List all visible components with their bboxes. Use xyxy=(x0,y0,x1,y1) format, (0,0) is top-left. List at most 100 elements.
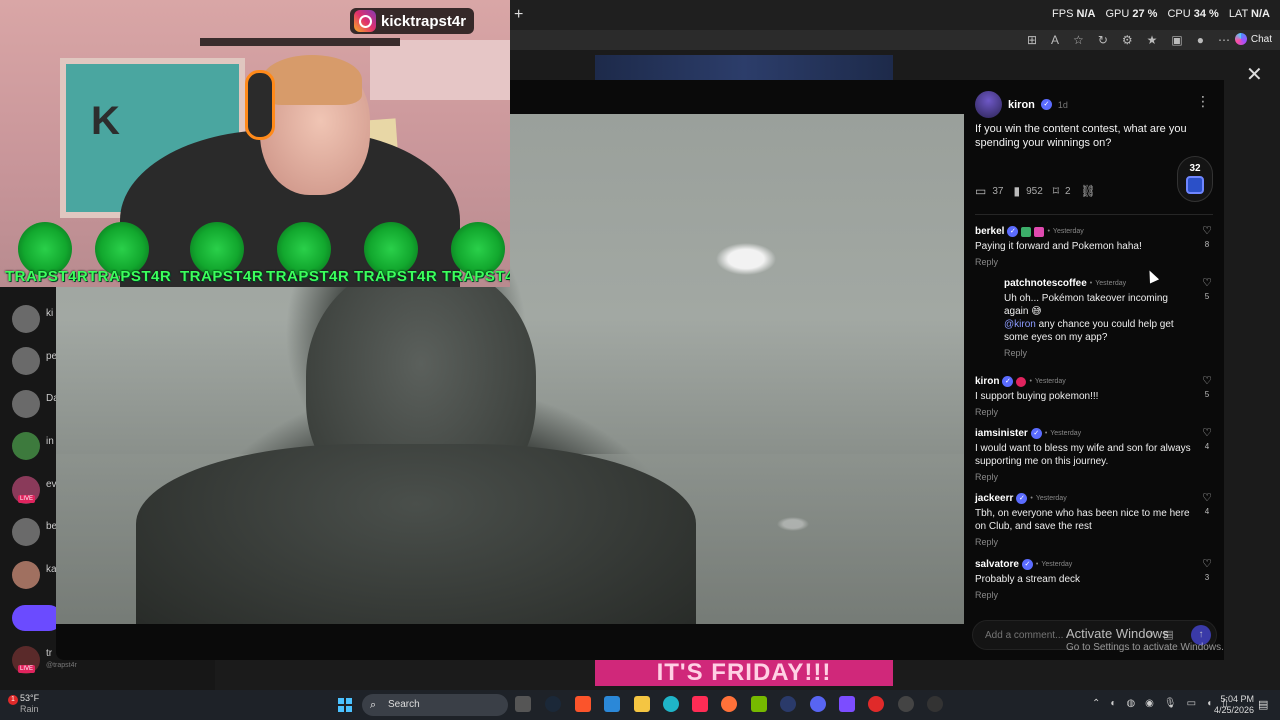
toolbar-icons: ⊞ A ☆ ↻ ⚙ ★ ▣ ● ⋯ xyxy=(1027,33,1230,47)
nvidia-icon[interactable] xyxy=(751,696,767,712)
comment-author[interactable]: berkel xyxy=(975,226,1004,237)
comment-item: salvatore ✓ • Yesterday Probably a strea… xyxy=(975,559,1195,600)
comments-stat[interactable]: ▭ 37 xyxy=(975,184,1003,198)
webcam-overlay: K kicktrapst4r TRAPST4R TRAPST4R TRAPST4… xyxy=(0,0,510,287)
sidebar-avatar[interactable] xyxy=(12,518,40,546)
reply-button[interactable]: Reply xyxy=(975,537,1195,547)
like-control[interactable]: ♡ 5 xyxy=(1201,277,1213,302)
sidebar-action-button[interactable] xyxy=(12,605,62,631)
copilot-chat-button[interactable]: Chat xyxy=(1234,33,1272,45)
heart-icon: ♡ xyxy=(1202,277,1212,289)
steam-icon[interactable] xyxy=(545,696,561,712)
volume-icon[interactable]: ◖ xyxy=(1206,698,1212,709)
start-button[interactable] xyxy=(338,698,352,712)
sidebar-avatar[interactable] xyxy=(12,561,40,589)
verified-icon: ✓ xyxy=(1016,493,1028,504)
sidebar-avatar[interactable] xyxy=(12,305,40,333)
more-icon[interactable]: ⋯ xyxy=(1218,33,1230,47)
task-view-icon[interactable] xyxy=(515,696,531,712)
apps-icon[interactable]: ⊞ xyxy=(1027,33,1037,47)
sidebar-avatar[interactable] xyxy=(12,390,40,418)
favorites-icon[interactable]: ★ xyxy=(1147,33,1158,47)
app-icon[interactable] xyxy=(868,696,884,712)
taskbar-clock[interactable]: 5:04 PM 4/25/2026 xyxy=(1214,694,1254,716)
brave-icon[interactable] xyxy=(575,696,591,712)
heart-icon: ♡ xyxy=(1202,492,1212,504)
edge-icon[interactable] xyxy=(663,696,679,712)
collections-icon[interactable]: ▣ xyxy=(1171,33,1182,47)
comment-time: Yesterday xyxy=(1095,280,1127,287)
more-options-icon[interactable]: ⋮ xyxy=(1196,93,1210,110)
post-text: If you win the content contest, what are… xyxy=(975,123,1187,149)
comment-author[interactable]: salvatore xyxy=(975,559,1019,570)
sidebar-item-label[interactable]: ki xyxy=(46,308,53,319)
comment-icon: ▭ xyxy=(975,184,987,198)
comment-time: Yesterday xyxy=(1034,378,1066,385)
reply-button[interactable]: Reply xyxy=(975,257,1195,267)
app-grid-icon[interactable] xyxy=(839,696,855,712)
emote-label: TRAPST4R xyxy=(88,268,172,285)
notifications-icon[interactable]: ▤ xyxy=(1258,698,1268,711)
tray-app-icon[interactable]: ◐ xyxy=(1110,698,1116,709)
comment-time: Yesterday xyxy=(1052,228,1084,235)
mention-link[interactable]: @kiron xyxy=(1004,319,1036,330)
badge-icon xyxy=(1016,376,1027,387)
bookmark-icon: ⌑ xyxy=(1052,184,1059,198)
notepad-icon[interactable] xyxy=(604,696,620,712)
contest-badge[interactable]: 32 xyxy=(1177,156,1213,202)
firefox-icon[interactable] xyxy=(721,696,737,712)
reply-button[interactable]: Reply xyxy=(975,472,1195,482)
like-control[interactable]: ♡ 5 xyxy=(1201,376,1213,400)
comment-text: Uh oh... Pokémon takeover incoming again… xyxy=(1004,293,1174,343)
microphone-icon[interactable]: 🎙 xyxy=(1164,698,1177,709)
friday-banner: IT'S FRIDAY!!! xyxy=(595,659,893,686)
activate-windows-watermark: Activate Windows Go to Settings to activ… xyxy=(1066,626,1224,653)
system-tray: ⌃ ◐ ◍ ◉ 🎙 ▭ ◖ ▯ xyxy=(1092,698,1228,709)
refresh-icon[interactable]: ↻ xyxy=(1098,33,1108,47)
saves-stat[interactable]: ⌑ 2 xyxy=(1053,184,1071,198)
favorite-star-icon[interactable]: ☆ xyxy=(1073,33,1084,47)
video-person-body xyxy=(136,444,696,624)
app-icon[interactable] xyxy=(927,696,943,712)
weather-widget[interactable]: 1 53°F Rain xyxy=(8,693,39,715)
emote-label: TRAPST4R xyxy=(5,268,89,285)
comment-author[interactable]: patchnotescoffee xyxy=(1004,278,1087,289)
close-modal-icon[interactable]: ✕ xyxy=(1246,62,1263,87)
new-tab-button[interactable]: + xyxy=(514,6,523,24)
sidebar-avatar[interactable] xyxy=(12,347,40,375)
obs-icon[interactable] xyxy=(898,696,914,712)
comment-time: Yesterday xyxy=(1050,430,1082,437)
like-control[interactable]: ♡ 4 xyxy=(1201,428,1213,452)
comment-author[interactable]: jackeerr xyxy=(975,493,1013,504)
discord-icon[interactable] xyxy=(810,696,826,712)
comment-item: iamsinister ✓ • Yesterday I would want t… xyxy=(975,428,1195,482)
tray-app-icon[interactable]: ◍ xyxy=(1126,698,1135,709)
heart-icon: ♡ xyxy=(1202,225,1212,237)
comment-author[interactable]: kiron xyxy=(975,376,999,387)
tiktok-icon[interactable] xyxy=(692,696,708,712)
share-link-icon[interactable]: ⛓ xyxy=(1081,184,1096,198)
extensions-icon[interactable]: ⚙ xyxy=(1122,33,1133,47)
file-explorer-icon[interactable] xyxy=(634,696,650,712)
comment-text: Probably a stream deck xyxy=(975,574,1081,585)
network-icon[interactable]: ▭ xyxy=(1187,698,1196,709)
sidebar-avatar[interactable] xyxy=(12,432,40,460)
verified-icon: ✓ xyxy=(1021,559,1033,570)
like-control[interactable]: ♡ 8 xyxy=(1201,225,1213,250)
tray-app-icon[interactable]: ◉ xyxy=(1145,698,1154,709)
wall-shelf xyxy=(200,38,400,46)
reply-button[interactable]: Reply xyxy=(975,590,1195,600)
read-aloud-icon[interactable]: A xyxy=(1051,33,1059,47)
author-name[interactable]: kiron xyxy=(1008,99,1035,111)
reply-button[interactable]: Reply xyxy=(1004,348,1194,358)
like-control[interactable]: ♡ 3 xyxy=(1201,559,1213,583)
taskbar-search[interactable]: ⌕ Search xyxy=(362,694,508,716)
profile-icon[interactable]: ● xyxy=(1197,33,1204,47)
app-icon[interactable] xyxy=(780,696,796,712)
author-avatar[interactable] xyxy=(975,91,1002,118)
reply-button[interactable]: Reply xyxy=(975,407,1195,417)
tray-overflow-icon[interactable]: ⌃ xyxy=(1092,698,1100,709)
comment-item: patchnotescoffee • Yesterday Uh oh... Po… xyxy=(1004,278,1194,358)
comment-author[interactable]: iamsinister xyxy=(975,428,1028,439)
like-control[interactable]: ♡ 4 xyxy=(1201,492,1213,517)
